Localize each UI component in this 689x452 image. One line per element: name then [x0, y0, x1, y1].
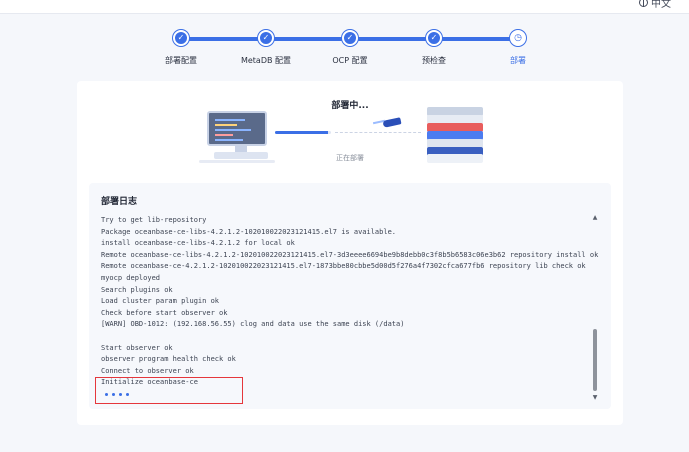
log-title: 部署日志	[101, 197, 138, 207]
check-icon: ✓	[173, 30, 189, 46]
language-switch[interactable]: 中文	[639, 0, 671, 10]
step-deploy: ◷ 部署	[473, 30, 563, 66]
top-bar: 中文	[0, 0, 689, 14]
step-precheck: ✓ 预检查	[389, 30, 479, 66]
step-label: 预检查	[422, 56, 446, 65]
step-ocp-config: ✓ OCP 配置	[305, 30, 395, 66]
scroll-down-arrow-icon[interactable]: ▼	[592, 395, 598, 401]
deploy-log-panel: 部署日志 Try to get lib-repository Package o…	[89, 183, 611, 409]
step-label: 部署	[510, 56, 526, 65]
log-line: Start observer ok	[101, 343, 173, 352]
globe-icon	[639, 0, 648, 7]
deploy-status-text: 正在部署	[336, 154, 364, 162]
monitor-icon	[207, 111, 267, 146]
deploy-card: 部署中... 正在部署 部署日志 Try to get lib-reposito…	[77, 81, 623, 425]
progress-fill	[275, 131, 329, 134]
log-line: Search plugins ok	[101, 285, 173, 294]
log-line: Package oceanbase-ce-libs-4.2.1.2-102010…	[101, 227, 397, 236]
check-icon: ✓	[342, 30, 358, 46]
log-line: myocp deployed	[101, 273, 161, 282]
annotation-highlight-box	[95, 377, 243, 404]
log-line: Load cluster param plugin ok	[101, 297, 220, 306]
log-line: Connect to observer ok	[101, 366, 194, 375]
scroll-up-arrow-icon[interactable]: ▲	[592, 215, 598, 221]
step-deploy-config: ✓ 部署配置	[136, 30, 226, 66]
clock-icon: ◷	[510, 30, 526, 46]
log-line: install oceanbase-ce-libs-4.2.1.2 for lo…	[101, 239, 295, 248]
step-label: OCP 配置	[332, 56, 368, 65]
log-scrollbar[interactable]: ▲ ▼	[592, 215, 598, 401]
connection-line	[335, 132, 421, 133]
scroll-thumb[interactable]	[593, 329, 597, 391]
log-line: [WARN] OBD-1012: (192.168.56.55) clog an…	[101, 320, 405, 329]
step-metadb-config: ✓ MetaDB 配置	[221, 30, 311, 66]
step-label: MetaDB 配置	[240, 56, 292, 65]
log-line: Remote oceanbase-ce-libs-4.2.1.2-1020100…	[101, 250, 599, 259]
log-line: Remote oceanbase-ce-4.2.1.2-102010022023…	[101, 262, 586, 271]
deploy-title: 部署中...	[331, 101, 369, 111]
check-icon: ✓	[258, 30, 274, 46]
log-line: Try to get lib-repository	[101, 216, 207, 224]
deploy-progress-bar	[275, 131, 331, 134]
log-line: observer program health check ok	[101, 355, 236, 364]
language-label: 中文	[651, 0, 671, 10]
rocket-icon	[372, 117, 403, 128]
deploy-stepper: ✓ 部署配置 ✓ MetaDB 配置 ✓ OCP 配置 ✓ 预检查 ◷ 部署	[0, 26, 689, 70]
log-content: Try to get lib-repository Package oceanb…	[101, 215, 599, 389]
log-line: Check before start observer ok	[101, 308, 228, 317]
step-label: 部署配置	[165, 56, 197, 65]
check-icon: ✓	[426, 30, 442, 46]
